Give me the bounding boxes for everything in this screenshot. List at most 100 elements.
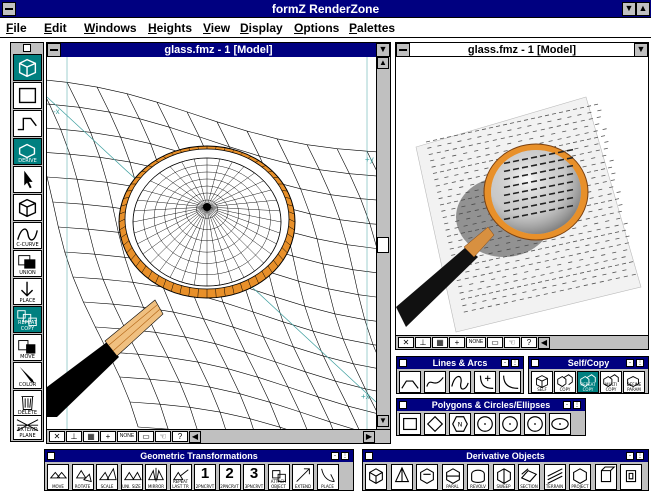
tool-circle-center[interactable] [474, 413, 496, 435]
snap-none[interactable]: NONE [117, 431, 137, 442]
geo-tool-1[interactable]: ROTATE [71, 464, 94, 490]
palette-lines-arcs-collapse[interactable]: - [501, 359, 509, 367]
palette-polygons-close[interactable] [399, 401, 407, 409]
menu-file[interactable]: File [6, 21, 27, 35]
palette-lines-arcs-close[interactable] [399, 359, 407, 367]
left-viewport[interactable]: -x +y +x [47, 57, 376, 429]
tool-circle-3pt[interactable] [524, 413, 546, 435]
tool-derive[interactable]: DERIVE [13, 138, 42, 165]
scroll-left-button[interactable]: ◀ [538, 337, 550, 349]
menu-display[interactable]: Display [240, 21, 283, 35]
tool-object[interactable] [13, 194, 42, 221]
tool-cube[interactable] [13, 54, 42, 81]
grid-toggle-icon[interactable]: ▦ [83, 431, 99, 442]
derivative-tool-2[interactable] [416, 464, 438, 490]
tool-rectangle[interactable] [13, 82, 42, 109]
system-menu-button[interactable] [2, 2, 16, 16]
menu-view[interactable]: View [203, 21, 230, 35]
tool-n-gon[interactable]: N [449, 413, 471, 435]
help-icon[interactable]: ? [172, 431, 188, 442]
menu-windows[interactable]: Windows [84, 21, 137, 35]
menu-edit[interactable]: Edit [44, 21, 67, 35]
left-window-titlebar[interactable]: glass.fmz - 1 [Model] [47, 43, 390, 57]
derivative-tool-9[interactable] [594, 464, 617, 490]
tool-copy[interactable]: COPY [554, 371, 576, 393]
tool-arc-center[interactable] [474, 371, 496, 393]
derivative-tool-7[interactable]: TERRAIN [543, 464, 566, 490]
tool-union[interactable]: UNION [13, 250, 42, 277]
palette-derivative-title[interactable]: Derivative Objects [363, 450, 648, 462]
palette-geo-expand[interactable]: ⋮ [341, 452, 349, 460]
palette-self-copy-close[interactable] [531, 359, 539, 367]
derivative-tool-10[interactable] [620, 464, 642, 490]
cursor-toggle-icon[interactable]: + [100, 431, 116, 442]
tool-define-param[interactable]: DEFINE PARAM [623, 371, 645, 393]
snap-none[interactable]: NONE [466, 337, 486, 348]
tool-polyline[interactable] [399, 371, 421, 393]
view-toggle-icon[interactable]: ✕ [398, 337, 414, 348]
tool-circle-diameter[interactable] [499, 413, 521, 435]
derivative-tool-5[interactable]: SWEEP [492, 464, 515, 490]
palette-geo-close[interactable] [47, 452, 55, 460]
scroll-right-button[interactable]: ▶ [363, 431, 375, 443]
palette-derivative-expand[interactable]: ⋮ [636, 452, 644, 460]
tool-extrude[interactable] [13, 110, 42, 137]
layer-icon[interactable]: ▭ [138, 431, 154, 442]
geo-tool-8[interactable]: 3 3PNCRVT [243, 464, 265, 490]
scroll-left-button[interactable]: ◀ [189, 431, 201, 443]
menu-options[interactable]: Options [294, 21, 339, 35]
palette-polygons-collapse[interactable]: - [563, 401, 571, 409]
tool-palette-close[interactable] [23, 44, 31, 52]
geo-tool-3[interactable]: UNI. SIZE [120, 464, 143, 490]
palette-derivative-collapse[interactable]: - [626, 452, 634, 460]
geo-tool-2[interactable]: SCALE [96, 464, 118, 490]
palette-self-copy-expand[interactable]: ⋮ [636, 359, 644, 367]
right-window-titlebar[interactable]: glass.fmz - 1 [Model] [396, 43, 648, 57]
scroll-thumb[interactable] [377, 237, 389, 253]
geo-tool-10[interactable]: EXTEND [292, 464, 314, 490]
right-viewport-render[interactable] [396, 57, 648, 335]
tool-repeat-copy-palette[interactable]: REPEAT COPY [577, 371, 599, 393]
minimize-button[interactable]: ▼ [622, 2, 636, 16]
axis-toggle-icon[interactable]: ⊥ [66, 431, 82, 442]
tool-rect[interactable] [399, 413, 421, 435]
tool-color[interactable]: COLOR [13, 362, 42, 389]
right-window-maximize-button[interactable]: ▼ [634, 43, 648, 57]
tool-pointer[interactable] [13, 166, 42, 193]
hand-icon[interactable]: ☜ [504, 337, 520, 348]
axis-toggle-icon[interactable]: ⊥ [415, 337, 431, 348]
menu-palettes[interactable]: Palettes [349, 21, 395, 35]
right-window-menu-button[interactable] [396, 43, 410, 57]
geo-tool-11[interactable]: PLACE [316, 464, 339, 490]
tool-self[interactable]: SELF [531, 371, 553, 393]
geo-tool-6[interactable]: 1 2PNCRVT [194, 464, 216, 490]
palette-polygons-expand[interactable]: ⋮ [573, 401, 581, 409]
scroll-down-button[interactable]: ▼ [377, 415, 389, 427]
tool-move[interactable]: MOVE [13, 334, 42, 361]
hand-icon[interactable]: ☜ [155, 431, 171, 442]
palette-self-copy-collapse[interactable]: - [626, 359, 634, 367]
tool-ccurve[interactable]: C-CURVE [13, 222, 42, 249]
palette-polygons-title[interactable]: Polygons & Circles/Ellipses [397, 399, 585, 411]
geo-tool-9[interactable]: ATTACH OBJECT [267, 464, 290, 490]
geo-tool-4[interactable]: MIRROR [145, 464, 167, 490]
tool-spline[interactable] [424, 371, 446, 393]
left-window-maximize-button[interactable]: ▼ [376, 43, 390, 57]
geo-tool-0[interactable]: MOVE [47, 464, 69, 490]
left-window-menu-button[interactable] [47, 43, 61, 57]
derivative-tool-0[interactable] [365, 464, 387, 490]
grid-toggle-icon[interactable]: ▦ [432, 337, 448, 348]
tool-extend-plane[interactable]: EXTEND PLANE [13, 415, 42, 440]
geo-tool-7[interactable]: 2 2PNCRVT [218, 464, 241, 490]
layer-icon[interactable]: ▭ [487, 337, 503, 348]
tool-rotated-rect[interactable] [424, 413, 446, 435]
palette-derivative-close[interactable] [365, 452, 373, 460]
derivative-tool-6[interactable]: SECTION [518, 464, 540, 490]
tool-curve[interactable] [449, 371, 471, 393]
derivative-tool-8[interactable]: PROJECT [569, 464, 591, 490]
derivative-tool-4[interactable]: REVOLV [467, 464, 489, 490]
view-toggle-icon[interactable]: ✕ [49, 431, 65, 442]
help-icon[interactable]: ? [521, 337, 537, 348]
derivative-tool-1[interactable] [390, 464, 413, 490]
geo-tool-5[interactable]: REPEAT LAST TR [169, 464, 192, 490]
